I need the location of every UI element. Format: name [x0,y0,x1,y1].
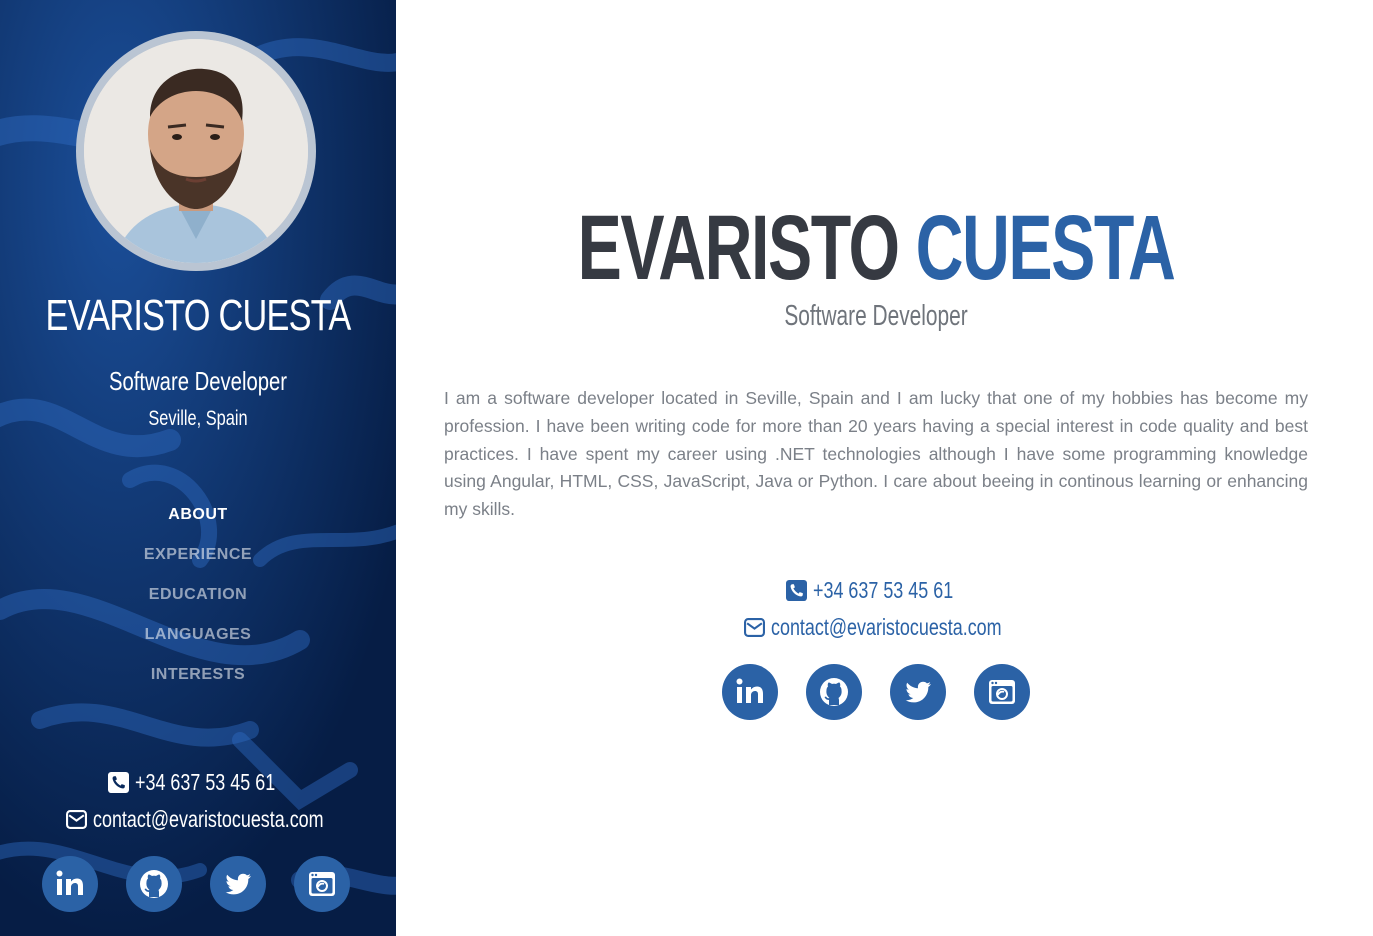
main-email-text: contact@evaristocuesta.com [770,614,1002,640]
sidebar-role: Software Developer [108,366,288,396]
sidebar-name: EVARISTO CUESTA [45,291,352,340]
github-button[interactable] [806,664,862,720]
nav-item-experience[interactable]: EXPERIENCE [0,543,396,583]
main-email[interactable]: contact@evaristocuesta.com [396,614,1356,644]
linkedin-icon [736,678,763,703]
main-social-links [722,664,1030,720]
sidebar-phone-text: +34 637 53 45 61 [134,769,275,795]
sidebar-social-links [42,856,350,912]
hero-first-name: EVARISTO [577,197,900,299]
sidebar-email-text: contact@evaristocuesta.com [92,806,324,832]
twitter-button[interactable] [890,664,946,720]
blog-icon [309,872,335,896]
linkedin-button[interactable] [722,664,778,720]
about-bio: I am a software developer located in Sev… [444,388,1308,520]
sidebar-location: Seville, Spain [148,407,248,430]
main-phone[interactable]: +34 637 53 45 61 [396,577,1356,607]
blog-button[interactable] [294,856,350,912]
avatar [76,31,316,271]
github-button[interactable] [126,856,182,912]
blog-button[interactable] [974,664,1030,720]
phone-icon [107,772,129,793]
twitter-button[interactable] [210,856,266,912]
linkedin-icon [56,870,83,895]
github-icon [140,870,168,898]
hero-role: Software Developer [784,300,968,332]
sidebar-phone[interactable]: +34 637 53 45 61 [0,769,396,799]
sidebar-nav: ABOUT EXPERIENCE EDUCATION LANGUAGES INT… [0,503,396,703]
envelope-icon [65,810,87,829]
envelope-icon [743,618,765,637]
github-icon [820,678,848,706]
linkedin-button[interactable] [42,856,98,912]
twitter-icon [225,873,251,895]
nav-item-education[interactable]: EDUCATION [0,583,396,623]
nav-item-languages[interactable]: LANGUAGES [0,623,396,663]
main-phone-text: +34 637 53 45 61 [812,577,953,603]
profile-photo [84,39,308,263]
nav-item-about[interactable]: ABOUT [0,503,396,543]
hero-last-name: CUESTA [915,197,1176,299]
blog-icon [989,680,1015,704]
twitter-icon [905,681,931,703]
phone-icon [785,580,807,601]
sidebar: EVARISTO CUESTA Software Developer Sevil… [0,0,396,936]
main-content: EVARISTO CUESTA Software Developer I am … [396,0,1373,936]
sidebar-email[interactable]: contact@evaristocuesta.com [0,806,396,836]
nav-item-interests[interactable]: INTERESTS [0,663,396,703]
hero-name: EVARISTO CUESTA [530,196,1221,301]
